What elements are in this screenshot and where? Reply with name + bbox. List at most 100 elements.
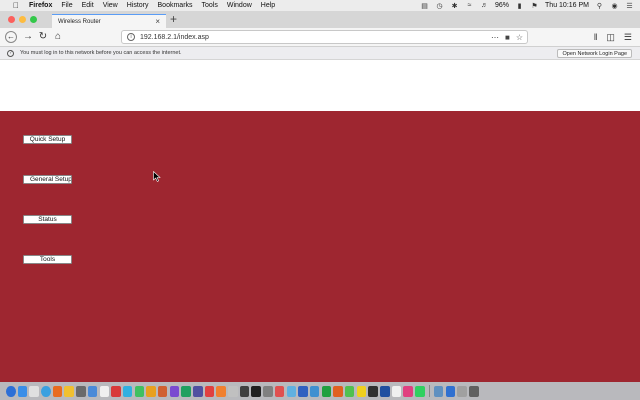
macos-dock <box>0 382 640 400</box>
dock-app-icon[interactable] <box>286 385 296 397</box>
tools-button[interactable]: Tools <box>23 255 72 264</box>
quick-setup-button[interactable]: Quick Setup <box>23 135 72 144</box>
dock-app-icon[interactable] <box>403 385 413 397</box>
dock-app-icon[interactable] <box>99 385 109 397</box>
pocket-icon[interactable]: ■ <box>505 33 510 42</box>
tab-close-icon[interactable]: × <box>155 18 160 26</box>
navigation-toolbar: ← → ↻ ⌂ i 192.168.2.1/index.asp ⋯ ■ ☆ ‖ … <box>0 28 640 47</box>
dock-app-icon[interactable] <box>415 385 425 397</box>
general-setup-button[interactable]: General Setup <box>23 175 72 184</box>
dock-app-icon[interactable] <box>344 385 355 397</box>
menu-history[interactable]: History <box>127 2 149 9</box>
dock-app-icon[interactable] <box>41 385 51 397</box>
wifi-icon[interactable]: ≈ <box>465 2 474 9</box>
dock-app-icon[interactable] <box>204 385 215 397</box>
mouse-cursor-icon <box>153 171 161 182</box>
dock-app-icon[interactable] <box>64 385 74 397</box>
question-icon: ? <box>7 49 14 57</box>
dock-app-icon[interactable] <box>321 385 332 397</box>
page-body-area <box>0 111 640 382</box>
site-info-icon[interactable]: i <box>127 33 135 41</box>
back-arrow-icon[interactable]: ← <box>5 31 17 43</box>
dock-app-icon[interactable] <box>368 385 378 397</box>
dock-app-icon[interactable] <box>333 385 343 397</box>
notification-center-icon[interactable]: ☰ <box>625 2 634 10</box>
dock-app-icon[interactable] <box>193 385 203 397</box>
url-text[interactable]: 192.168.2.1/index.asp <box>140 34 209 41</box>
dock-app-icon[interactable] <box>309 385 320 397</box>
dock-app-icon[interactable] <box>251 385 261 397</box>
dock-app-icon[interactable] <box>380 385 390 397</box>
battery-percent: 96% <box>495 2 510 9</box>
menu-file[interactable]: File <box>61 2 72 9</box>
menu-window[interactable]: Window <box>227 2 252 9</box>
menu-tools[interactable]: Tools <box>202 2 218 9</box>
volume-icon[interactable]: ♬ <box>480 2 489 9</box>
dock-separator <box>428 385 430 397</box>
dock-app-icon[interactable] <box>157 385 168 397</box>
open-network-login-button[interactable]: Open Network Login Page <box>557 49 632 58</box>
dock-app-icon[interactable] <box>298 385 308 397</box>
dock-app-icon[interactable] <box>228 385 238 397</box>
dock-app-icon[interactable] <box>122 385 133 397</box>
minimize-icon[interactable] <box>19 16 26 23</box>
user-avatar-icon[interactable]: ◉ <box>610 2 619 10</box>
dock-app-icon[interactable] <box>29 385 39 397</box>
dock-app-icon[interactable] <box>469 385 479 397</box>
menu-help[interactable]: Help <box>261 2 275 9</box>
dock-app-icon[interactable] <box>76 385 86 397</box>
notification-message: You must log in to this network before y… <box>20 50 182 56</box>
dock-app-icon[interactable] <box>181 385 191 397</box>
dock-app-icon[interactable] <box>52 385 63 397</box>
dock-app-icon[interactable] <box>169 385 180 397</box>
menu-edit[interactable]: Edit <box>82 2 94 9</box>
close-icon[interactable] <box>8 16 15 23</box>
dock-app-icon[interactable] <box>134 385 145 397</box>
battery-icon[interactable]: ▮ <box>515 2 524 10</box>
menu-view[interactable]: View <box>103 2 118 9</box>
dock-app-icon[interactable] <box>274 385 285 397</box>
menu-bookmarks[interactable]: Bookmarks <box>158 2 193 9</box>
dock-app-icon[interactable] <box>445 385 456 397</box>
reload-icon[interactable]: ↻ <box>37 31 49 43</box>
time-machine-icon[interactable]: ◷ <box>435 2 444 10</box>
dock-app-icon[interactable] <box>111 385 121 397</box>
dock-app-icon[interactable] <box>6 385 16 397</box>
sidebar-icon[interactable]: ◫ <box>606 32 615 42</box>
dock-app-icon[interactable] <box>433 385 444 397</box>
macos-menu-bar:  Firefox File Edit View History Bookmar… <box>0 0 640 11</box>
home-icon[interactable]: ⌂ <box>52 31 64 43</box>
status-button[interactable]: Status <box>23 215 72 224</box>
url-actions: ⋯ ■ ☆ <box>491 33 523 42</box>
dock-app-icon[interactable] <box>216 385 226 397</box>
dock-app-icon[interactable] <box>17 385 28 397</box>
menu-firefox[interactable]: Firefox <box>29 2 52 9</box>
dock-app-icon[interactable] <box>356 385 367 397</box>
browser-tab[interactable]: Wireless Router × <box>52 14 166 28</box>
tab-strip: Wireless Router × + <box>0 11 640 28</box>
page-header-area <box>0 60 640 111</box>
zoom-icon[interactable] <box>30 16 37 23</box>
forward-arrow-icon[interactable]: → <box>22 31 34 43</box>
dock-app-icon[interactable] <box>263 385 273 397</box>
hamburger-menu-icon[interactable]: ☰ <box>624 32 632 42</box>
address-bar[interactable]: i 192.168.2.1/index.asp ⋯ ■ ☆ <box>121 30 528 44</box>
dock-app-icon[interactable] <box>239 385 250 397</box>
dock-app-icon[interactable] <box>457 385 467 397</box>
menubar-clock[interactable]: Thu 10:16 PM <box>545 2 589 9</box>
captive-portal-notification: ? You must log in to this network before… <box>0 47 640 60</box>
tab-title: Wireless Router <box>58 18 101 25</box>
dock-app-icon[interactable] <box>391 385 402 397</box>
cast-icon[interactable]: ▤ <box>420 2 429 10</box>
apple-menu-icon[interactable]:  <box>12 1 20 10</box>
toolbar-right: ‖ ◫ ☰ <box>594 32 632 42</box>
bookmark-star-icon[interactable]: ☆ <box>516 33 523 42</box>
search-icon[interactable]: ⚲ <box>595 2 604 10</box>
dock-app-icon[interactable] <box>87 385 98 397</box>
page-actions-icon[interactable]: ⋯ <box>491 33 499 42</box>
library-icon[interactable]: ‖ <box>594 32 598 42</box>
flag-icon[interactable]: ⚑ <box>530 2 539 10</box>
dock-app-icon[interactable] <box>146 385 156 397</box>
new-tab-button[interactable]: + <box>170 13 177 25</box>
bluetooth-icon[interactable]: ✱ <box>450 2 459 10</box>
